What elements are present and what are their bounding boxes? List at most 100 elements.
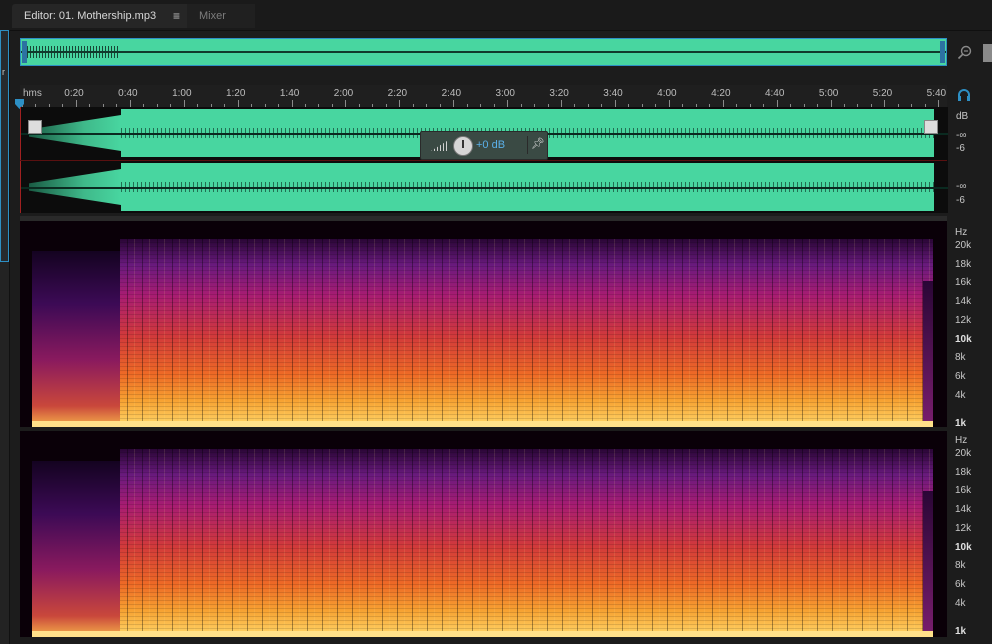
hz-mark: 6k [955,578,966,590]
panel-menu-icon[interactable]: ≡ [173,4,180,28]
hz-unit: Hz [955,435,968,446]
ruler-tick [507,100,509,107]
volume-knob[interactable] [453,136,473,156]
ruler-label: 4:20 [711,88,731,99]
hz-mark: 1k [955,626,967,637]
spectral-base [32,631,933,637]
ruler-tick [183,100,185,107]
hz-mark: 14k [955,504,972,516]
tab-mixer[interactable]: Mixer [187,4,255,28]
spectral-intro [32,251,120,427]
left-panel-edge: r [0,30,10,644]
hz-mark: 10k [955,333,972,345]
overview-centerline [21,51,946,53]
ruler-tick [938,100,940,107]
left-panel-label: r [2,67,5,77]
spectral-display-right[interactable] [20,431,947,637]
ruler-tick [291,100,293,107]
volume-hud: +0 dB 📌︎ [420,131,548,160]
hz-mark: 18k [955,466,972,478]
hz-mark: 12k [955,314,972,326]
ruler-label: 2:40 [441,88,462,99]
volume-meter-icon [431,141,447,151]
time-ruler[interactable]: 0:20 0:40 1:00 1:20 1:40 2:00 2:20 2:40 3:00 3:20… [20,85,947,108]
tab-editor[interactable]: Editor: 01. Mothership.mp3 ≡ [12,4,192,28]
pin-icon[interactable]: 📌︎ [531,137,545,150]
ruler-tick [722,100,724,107]
waveform-channel-right [21,161,948,213]
ruler-label: 2:20 [387,88,408,99]
spectral-grain [120,449,933,637]
hz-mark: 1k [955,418,967,429]
ruler-label: 3:40 [603,88,623,99]
waveform-centerline [21,187,948,189]
db-mark: -6 [956,143,965,154]
playhead-icon[interactable] [15,96,24,109]
overview-navigator[interactable] [20,38,947,66]
ruler-label: 1:00 [172,88,192,99]
ruler-label: 2:00 [333,88,354,99]
hz-mark: 10k [955,541,972,553]
left-panel-selection[interactable]: r [0,30,9,262]
fade-out-handle[interactable] [924,120,938,134]
hz-mark: 8k [955,352,966,364]
headphones-icon[interactable] [957,88,971,102]
db-mark: -∞ [956,130,967,141]
hz-mark: 12k [955,522,972,534]
zoom-icon[interactable] [956,44,974,62]
hz-mark: 16k [955,277,972,289]
ruler-tick [561,100,562,107]
ruler-label: 3:20 [549,88,569,99]
spectral-intro [32,461,120,637]
spectral-display-left[interactable] [20,221,947,427]
ruler-label: 5:40 [926,88,947,99]
ruler-label: 3:00 [495,88,515,99]
ruler-tick [884,100,886,107]
hz-mark: 16k [955,485,972,497]
tab-mixer-label: Mixer [199,10,226,22]
hz-mark: 14k [955,296,972,308]
hz-mark: 8k [955,560,966,572]
hud-divider [527,136,528,154]
ruler-label: 1:40 [279,88,300,99]
overview-left-handle[interactable] [22,41,27,63]
ruler-tick [237,100,239,107]
spectral-grain [120,239,933,427]
ruler-label: 1:20 [225,88,246,99]
hz-unit: Hz [955,227,968,238]
ruler-tick [129,100,131,107]
spectral-outro [923,491,933,637]
hz-mark: 4k [955,389,966,401]
ruler-tick [75,100,77,107]
ruler-tick [345,100,347,107]
spectral-outro [923,281,933,427]
channel-divider [20,160,947,161]
gain-value: +0 dB [476,139,506,151]
ruler-tick [830,100,832,107]
ruler-label: 5:00 [818,88,839,99]
db-mark: -6 [956,195,965,206]
ruler-label: 4:40 [764,88,785,99]
tab-editor-label: Editor: 01. Mothership.mp3 [24,10,157,22]
fade-in-handle[interactable] [28,120,42,134]
hz-mark: 18k [955,258,972,270]
hz-mark: 6k [955,370,966,382]
ruler-label: 5:20 [872,88,893,99]
hz-mark: 20k [955,240,972,251]
ruler-tick [399,100,401,107]
ruler-tick [668,100,670,107]
overview-right-handle[interactable] [940,41,945,63]
ruler-tick [776,100,778,107]
tab-bar: Editor: 01. Mothership.mp3 ≡ Mixer [0,0,992,31]
hz-mark: 20k [955,448,972,459]
hz-mark: 4k [955,597,966,609]
db-unit: dB [956,111,969,122]
db-mark: -∞ [956,181,967,192]
ruler-unit: hms [23,88,42,99]
ruler-label: 0:20 [64,88,84,99]
panel-toggle-icon[interactable] [983,44,992,62]
ruler-label: 4:00 [657,88,677,99]
ruler-tick [453,100,455,107]
ruler-tick [614,100,616,107]
ruler-label: 0:40 [118,88,138,99]
